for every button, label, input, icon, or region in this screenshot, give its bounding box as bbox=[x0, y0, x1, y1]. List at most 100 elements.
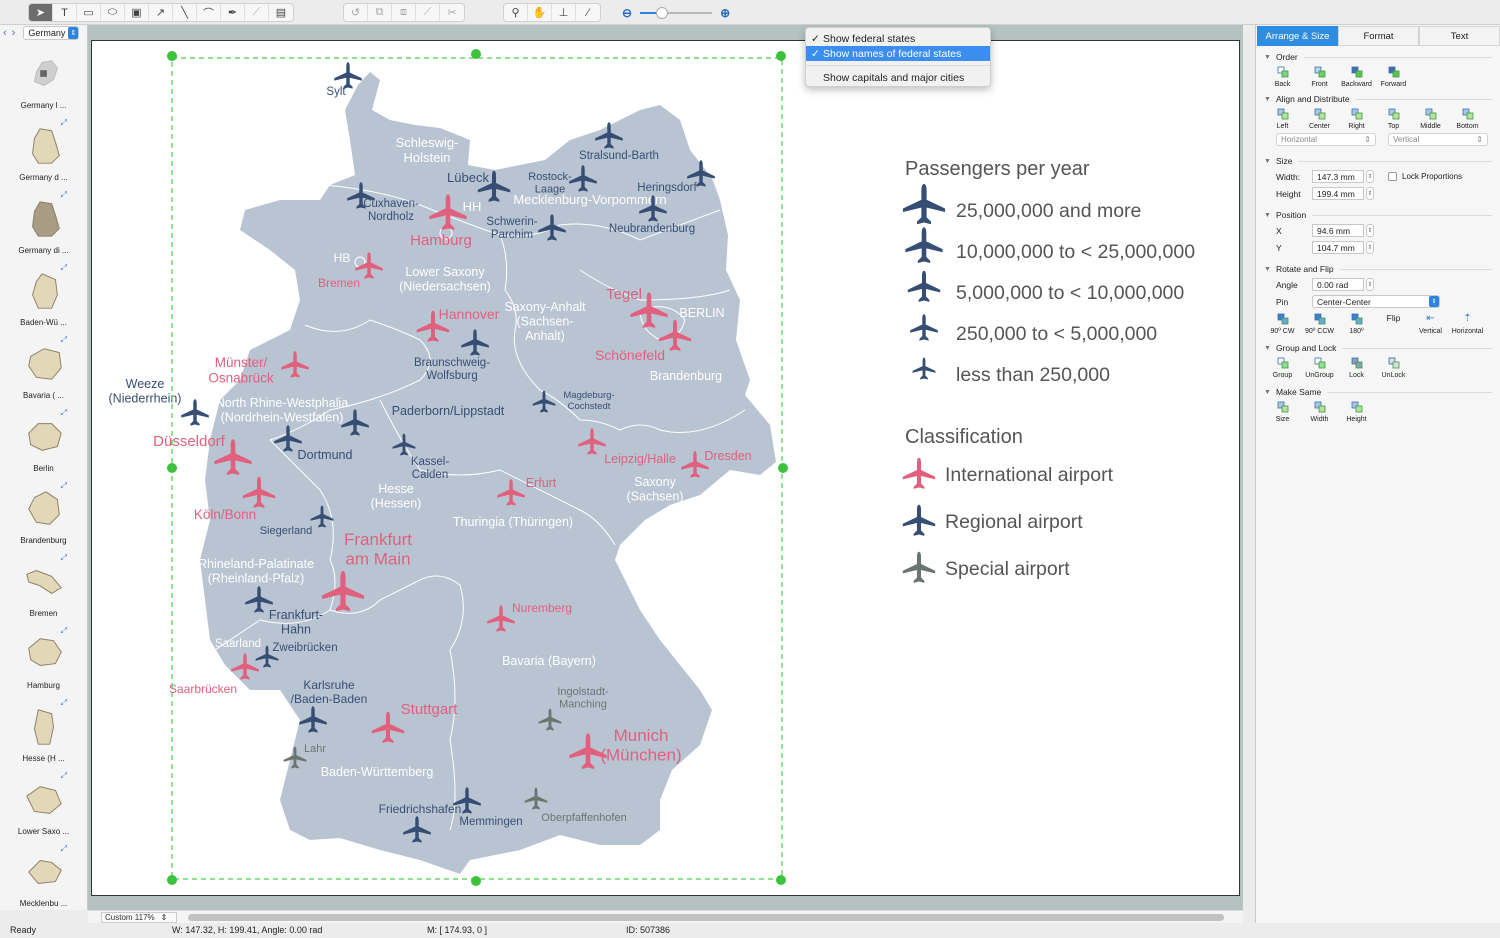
align-button[interactable]: Middle bbox=[1412, 108, 1449, 130]
arrow-tool-icon[interactable]: ↗ bbox=[149, 4, 173, 21]
disclosure-triangle-icon[interactable]: ▼ bbox=[1264, 345, 1271, 352]
disclosure-triangle-icon[interactable]: ▼ bbox=[1264, 266, 1271, 273]
rotate-button[interactable]: 90º CW bbox=[1264, 313, 1301, 335]
eyedropper-tool-icon[interactable]: ⁄ bbox=[576, 4, 600, 21]
expand-icon[interactable]: ⤢ bbox=[61, 626, 67, 636]
flip-horizontal-button[interactable]: ⇡ Horizontal bbox=[1449, 313, 1486, 335]
tab-format[interactable]: Format bbox=[1338, 26, 1419, 46]
distribute-vertical-select[interactable]: Vertical ⇕ bbox=[1388, 133, 1488, 146]
bezier-tool-icon[interactable]: ⟋ bbox=[245, 4, 269, 21]
disconnect-icon[interactable]: ✂ bbox=[440, 4, 464, 21]
expand-icon[interactable]: ⤢ bbox=[61, 190, 67, 200]
expand-icon[interactable]: ⤢ bbox=[61, 118, 67, 128]
make-same-button[interactable]: Size bbox=[1264, 401, 1301, 423]
library-item[interactable]: Brandenburg ⤢ bbox=[0, 477, 87, 550]
expand-icon[interactable]: ⤢ bbox=[61, 771, 67, 781]
menu-item-show-names-federal-states[interactable]: ✓ Show names of federal states bbox=[806, 46, 990, 61]
hand-tool-icon[interactable]: ✋ bbox=[528, 4, 552, 21]
disclosure-triangle-icon[interactable]: ▼ bbox=[1264, 54, 1271, 61]
align-button[interactable]: Top bbox=[1375, 108, 1412, 130]
group-button[interactable]: Group bbox=[1264, 357, 1301, 379]
flip-vertical-button[interactable]: ⇤ Vertical bbox=[1412, 313, 1449, 335]
expand-icon[interactable]: ⤢ bbox=[61, 844, 67, 854]
menu-item-show-capitals[interactable]: Show capitals and major cities bbox=[806, 70, 990, 85]
arc-tool-icon[interactable]: ⌒ bbox=[197, 4, 221, 21]
group-button[interactable]: UnLock bbox=[1375, 357, 1412, 379]
rectangle-tool-icon[interactable]: ▭ bbox=[77, 4, 101, 21]
note-tool-icon[interactable]: ▤ bbox=[269, 4, 293, 21]
library-item[interactable]: Baden-Wü ... ⤢ bbox=[0, 259, 87, 332]
y-stepper[interactable]: ⇕ bbox=[1366, 241, 1374, 254]
library-item[interactable]: Berlin ⤢ bbox=[0, 404, 87, 477]
order-button[interactable]: Backward bbox=[1338, 66, 1375, 88]
height-stepper[interactable]: ⇕ bbox=[1366, 187, 1374, 200]
library-item[interactable]: Bremen ⤢ bbox=[0, 549, 87, 622]
expand-icon[interactable]: ⤢ bbox=[61, 553, 67, 563]
make-same-button[interactable]: Height bbox=[1338, 401, 1375, 423]
distribute-horizontal-select[interactable]: Horizontal ⇕ bbox=[1276, 133, 1376, 146]
align-button[interactable]: Center bbox=[1301, 108, 1338, 130]
library-item[interactable]: Bavaria ( ... ⤢ bbox=[0, 331, 87, 404]
width-input[interactable]: 147.3 mm bbox=[1312, 170, 1364, 183]
drawing-page[interactable] bbox=[91, 40, 1240, 896]
connect-icon[interactable]: ⟋ bbox=[416, 4, 440, 21]
stamp-tool-icon[interactable]: ⊥ bbox=[552, 4, 576, 21]
text-tool-icon[interactable]: T bbox=[53, 4, 77, 21]
library-item[interactable]: Lower Saxo ... ⤢ bbox=[0, 767, 87, 840]
expand-icon[interactable]: ⤢ bbox=[61, 481, 67, 491]
tab-arrange-size[interactable]: Arrange & Size bbox=[1257, 26, 1338, 46]
group-align-icon[interactable]: ⧉ bbox=[368, 4, 392, 21]
zoom-slider[interactable] bbox=[640, 7, 713, 19]
menu-item-show-federal-states[interactable]: ✓ Show federal states bbox=[806, 31, 990, 46]
rotate-icon[interactable]: ↺ bbox=[344, 4, 368, 21]
expand-icon[interactable]: ⤢ bbox=[61, 263, 67, 273]
lock-proportions-checkbox[interactable]: Lock Proportions bbox=[1388, 172, 1462, 181]
tab-text[interactable]: Text bbox=[1419, 26, 1500, 46]
expand-icon[interactable]: ⤢ bbox=[61, 698, 67, 708]
horizontal-scrollbar[interactable] bbox=[188, 914, 1224, 921]
line-tool-icon[interactable]: ╲ bbox=[173, 4, 197, 21]
library-item[interactable]: Germany d ... ⤢ bbox=[0, 114, 87, 187]
library-item[interactable]: Hesse (H ... ⤢ bbox=[0, 694, 87, 767]
rotate-button[interactable]: 90º CCW bbox=[1301, 313, 1338, 335]
align-button[interactable]: Left bbox=[1264, 108, 1301, 130]
disclosure-triangle-icon[interactable]: ▼ bbox=[1264, 212, 1271, 219]
zoom-out-icon[interactable]: ⊖ bbox=[622, 6, 632, 20]
library-item[interactable]: Hamburg ⤢ bbox=[0, 622, 87, 695]
expand-icon[interactable]: ⤢ bbox=[61, 408, 67, 418]
angle-stepper[interactable]: ⇕ bbox=[1366, 278, 1374, 291]
disclosure-triangle-icon[interactable]: ▼ bbox=[1264, 389, 1271, 396]
forward-icon[interactable]: › bbox=[12, 27, 16, 39]
x-input[interactable]: 94.6 mm bbox=[1312, 224, 1364, 237]
canvas-area[interactable] bbox=[88, 25, 1243, 910]
x-stepper[interactable]: ⇕ bbox=[1366, 224, 1374, 237]
pointer-tool-icon[interactable]: ➤ bbox=[29, 4, 53, 21]
align-button[interactable]: Bottom bbox=[1449, 108, 1486, 130]
group-button[interactable]: UnGroup bbox=[1301, 357, 1338, 379]
order-button[interactable]: Forward bbox=[1375, 66, 1412, 88]
zoom-select[interactable]: Custom 117% ⇕ bbox=[101, 912, 177, 923]
ellipse-tool-icon[interactable]: ⬭ bbox=[101, 4, 125, 21]
disclosure-triangle-icon[interactable]: ▼ bbox=[1264, 158, 1271, 165]
rotate-button[interactable]: 180º bbox=[1338, 313, 1375, 335]
ungroup-align-icon[interactable]: ⧈ bbox=[392, 4, 416, 21]
order-button[interactable]: Back bbox=[1264, 66, 1301, 88]
height-input[interactable]: 199.4 mm bbox=[1312, 187, 1364, 200]
make-same-button[interactable]: Width bbox=[1301, 401, 1338, 423]
disclosure-triangle-icon[interactable]: ▼ bbox=[1264, 96, 1271, 103]
align-button[interactable]: Right bbox=[1338, 108, 1375, 130]
width-stepper[interactable]: ⇕ bbox=[1366, 170, 1374, 183]
order-button[interactable]: Front bbox=[1301, 66, 1338, 88]
library-item[interactable]: Mecklenbu ... ⤢ bbox=[0, 840, 87, 913]
zoom-tool-icon[interactable]: ⚲ bbox=[504, 4, 528, 21]
library-item[interactable]: Germany l ... bbox=[0, 41, 87, 114]
angle-input[interactable]: 0.00 rad bbox=[1312, 278, 1364, 291]
library-item[interactable]: Germany di ... ⤢ bbox=[0, 186, 87, 259]
group-button[interactable]: Lock bbox=[1338, 357, 1375, 379]
expand-icon[interactable]: ⤢ bbox=[61, 335, 67, 345]
container-tool-icon[interactable]: ▣ bbox=[125, 4, 149, 21]
pen-tool-icon[interactable]: ✒ bbox=[221, 4, 245, 21]
back-icon[interactable]: ‹ bbox=[3, 27, 7, 39]
y-input[interactable]: 104.7 mm bbox=[1312, 241, 1364, 254]
library-select[interactable]: Germany ⇕ bbox=[23, 26, 80, 40]
